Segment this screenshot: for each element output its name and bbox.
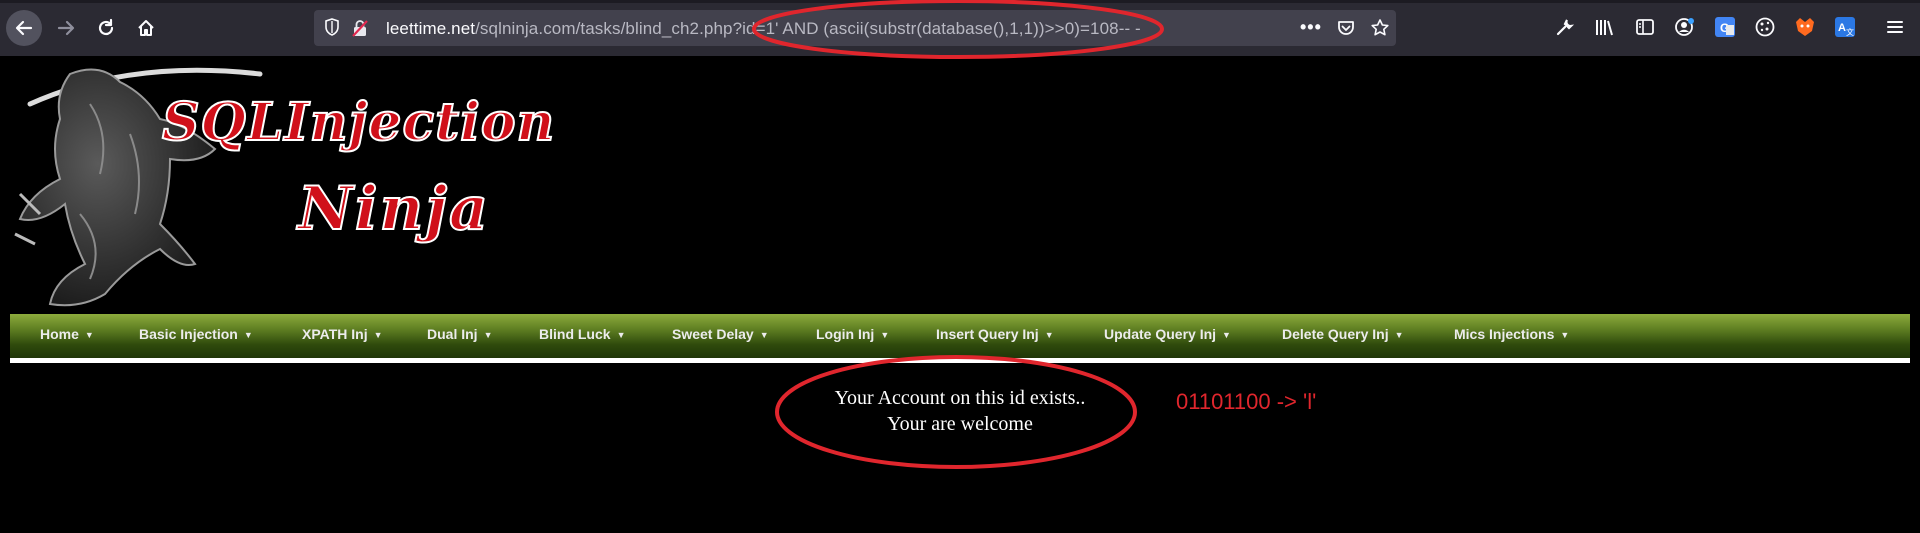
url-path: /sqlninja.com/tasks/blind_ch2.php?id=1' …	[475, 19, 1141, 38]
chevron-down-icon: ▼	[1394, 330, 1404, 341]
chevron-down-icon: ▼	[84, 330, 94, 341]
fox-extension-icon[interactable]	[1794, 16, 1816, 38]
browser-toolbar: leettime.net/sqlninja.com/tasks/blind_ch…	[0, 0, 1920, 56]
divider	[10, 358, 1910, 363]
page-actions-icon[interactable]: •••	[1300, 17, 1322, 38]
cookie-icon[interactable]	[1754, 16, 1776, 38]
nav-blind-luck[interactable]: Blind Luck ▼	[539, 326, 625, 342]
forward-arrow-icon	[57, 20, 75, 36]
chevron-down-icon: ▼	[616, 330, 626, 341]
banner-title-line1: SQLInjection	[161, 91, 556, 154]
translate-icon[interactable]: G	[1714, 16, 1736, 38]
chevron-down-icon: ▼	[373, 330, 383, 341]
binary-annotation: 01101100 -> 'l'	[1176, 389, 1317, 414]
sidebar-icon[interactable]	[1634, 16, 1656, 38]
forward-button[interactable]	[50, 12, 82, 44]
chevron-down-icon: ▼	[1560, 330, 1570, 341]
tab-strip-edge	[0, 0, 1920, 3]
reload-icon	[98, 18, 114, 36]
site-banner: SQLInjection Ninja	[10, 64, 610, 314]
chevron-down-icon: ▼	[1222, 330, 1231, 341]
account-icon[interactable]	[1674, 16, 1696, 38]
chevron-down-icon: ▼	[759, 330, 769, 341]
library-icon[interactable]	[1594, 16, 1616, 38]
home-button[interactable]	[130, 12, 162, 44]
nav-xpath-inj[interactable]: XPATH Inj ▼	[302, 326, 383, 342]
home-icon	[138, 20, 154, 36]
chevron-down-icon: ▼	[243, 330, 253, 341]
nav-delete-query-inj[interactable]: Delete Query Inj ▼	[1282, 326, 1404, 342]
result-message: Your Account on this id exists.. Your ar…	[780, 385, 1140, 437]
svg-text:文: 文	[1846, 27, 1854, 37]
menu-icon[interactable]	[1884, 16, 1906, 38]
back-arrow-icon	[15, 20, 33, 36]
nav-update-query-inj[interactable]: Update Query Inj ▼	[1104, 326, 1231, 342]
nav-mics-injections[interactable]: Mics Injections ▼	[1454, 326, 1569, 342]
result-message-line2: Your are welcome	[887, 413, 1033, 435]
pocket-icon[interactable]	[1336, 18, 1356, 43]
url-host: leettime.net	[386, 19, 476, 38]
nav-insert-query-inj[interactable]: Insert Query Inj ▼	[936, 326, 1054, 342]
nav-home[interactable]: Home ▼	[40, 326, 94, 342]
nav-dual-inj[interactable]: Dual Inj ▼	[427, 326, 492, 342]
wrench-icon[interactable]	[1554, 16, 1576, 38]
reload-button[interactable]	[90, 12, 122, 44]
chevron-down-icon: ▼	[483, 330, 493, 341]
language-icon[interactable]: A文	[1834, 16, 1856, 38]
svg-text:A: A	[1838, 22, 1846, 34]
main-nav: Home ▼ Basic Injection ▼ XPATH Inj ▼ Dual I…	[10, 314, 1910, 358]
banner-title-line2: Ninja	[297, 173, 490, 245]
nav-basic-injection[interactable]: Basic Injection ▼	[139, 326, 253, 342]
nav-sweet-delay[interactable]: Sweet Delay ▼	[672, 326, 769, 342]
insecure-lock-icon[interactable]	[350, 18, 370, 43]
bookmark-star-icon[interactable]	[1370, 18, 1390, 43]
result-message-line1: Your Account on this id exists..	[834, 387, 1086, 409]
url-bar[interactable]: leettime.net/sqlninja.com/tasks/blind_ch…	[314, 10, 1396, 46]
shield-icon[interactable]	[324, 18, 340, 41]
nav-login-inj[interactable]: Login Inj ▼	[816, 326, 889, 342]
url-text[interactable]: leettime.net/sqlninja.com/tasks/blind_ch…	[386, 19, 1141, 39]
chevron-down-icon: ▼	[880, 330, 890, 341]
back-button[interactable]	[6, 10, 42, 46]
chevron-down-icon: ▼	[1044, 330, 1054, 341]
